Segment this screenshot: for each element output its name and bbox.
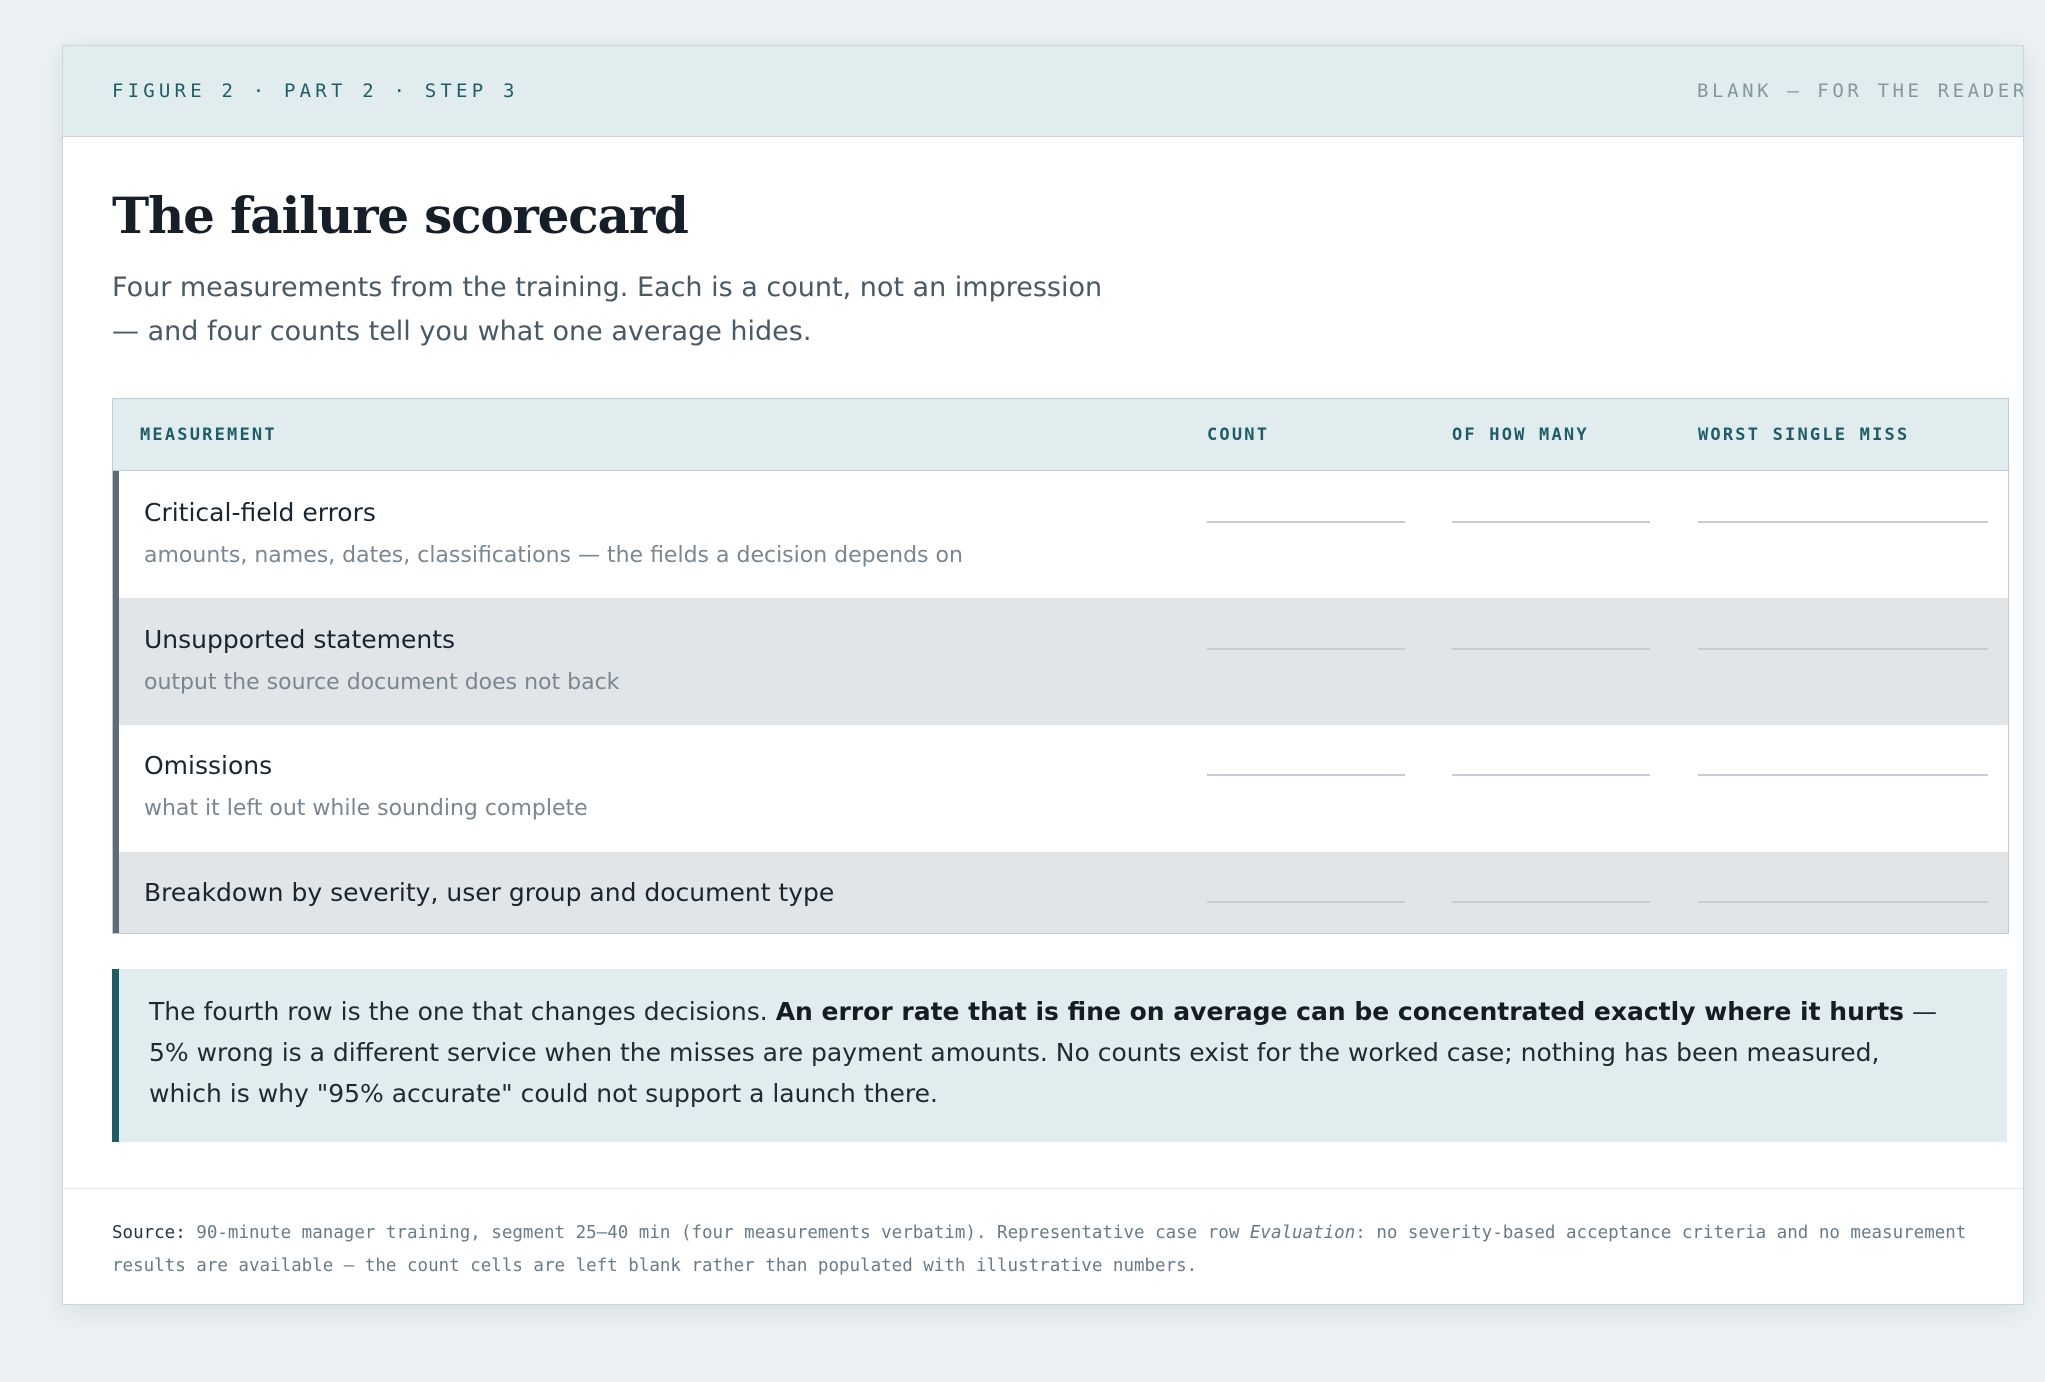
callout-text: The fourth row is the one that changes d…: [149, 991, 1947, 1114]
of-how-many-cell: [1452, 901, 1650, 903]
table-row: Critical-field errors amounts, names, da…: [113, 471, 2008, 598]
measurement-description: output the source document does not back: [144, 670, 620, 695]
column-header-measurement: MEASUREMENT: [140, 425, 277, 445]
column-header-of-how-many: OF HOW MANY: [1452, 425, 1589, 445]
worst-single-miss-cell: [1698, 774, 1988, 776]
page-title: The failure scorecard: [112, 186, 689, 245]
source-footer: Source: 90-minute manager training, segm…: [63, 1188, 2023, 1304]
count-cell: [1207, 648, 1405, 650]
source-text-a: 90-minute manager training, segment 25–4…: [185, 1223, 1250, 1243]
column-header-count: COUNT: [1207, 425, 1270, 445]
count-cell: [1207, 521, 1405, 523]
source-italic: Evaluation: [1249, 1223, 1356, 1243]
worst-single-miss-cell: [1698, 521, 1988, 523]
measurement-description: what it left out while sounding complete: [144, 796, 588, 821]
count-cell: [1207, 774, 1405, 776]
table-row: Omissions what it left out while soundin…: [113, 725, 2008, 852]
intro-text: Four measurements from the training. Eac…: [112, 272, 1103, 347]
measurement-name: Critical-field errors: [144, 498, 376, 527]
count-cell: [1207, 901, 1405, 903]
of-how-many-cell: [1452, 648, 1650, 650]
of-how-many-cell: [1452, 521, 1650, 523]
column-header-worst-single-miss: WORST SINGLE MISS: [1698, 425, 1910, 445]
figure-card: FIGURE 2 · PART 2 · STEP 3 BLANK — FOR T…: [62, 45, 2024, 1305]
figure-header-bar: FIGURE 2 · PART 2 · STEP 3 BLANK — FOR T…: [63, 46, 2023, 137]
source-note: Source: 90-minute manager training, segm…: [112, 1217, 2002, 1283]
table-row: Unsupported statements output the source…: [113, 598, 2008, 725]
worst-single-miss-cell: [1698, 901, 1988, 903]
status-label: BLANK — FOR THE READER: [1697, 80, 2024, 102]
figure-label: FIGURE 2 · PART 2 · STEP 3: [112, 80, 519, 102]
measurement-name: Unsupported statements: [144, 625, 456, 654]
callout-lead: The fourth row is the one that changes d…: [149, 997, 776, 1026]
source-label: Source:: [112, 1223, 186, 1243]
measurement-name: Breakdown by severity, user group and do…: [144, 878, 835, 907]
worst-single-miss-cell: [1698, 648, 1988, 650]
measurement-description: amounts, names, dates, classifications —…: [144, 543, 963, 568]
callout-emphasis: An error rate that is fine on average ca…: [775, 997, 1905, 1026]
table-header: MEASUREMENT COUNT OF HOW MANY WORST SING…: [113, 399, 2008, 471]
scorecard-table: MEASUREMENT COUNT OF HOW MANY WORST SING…: [112, 398, 2009, 934]
measurement-name: Omissions: [144, 751, 273, 780]
callout-box: The fourth row is the one that changes d…: [112, 969, 2007, 1142]
table-row: Breakdown by severity, user group and do…: [113, 852, 2008, 933]
of-how-many-cell: [1452, 774, 1650, 776]
